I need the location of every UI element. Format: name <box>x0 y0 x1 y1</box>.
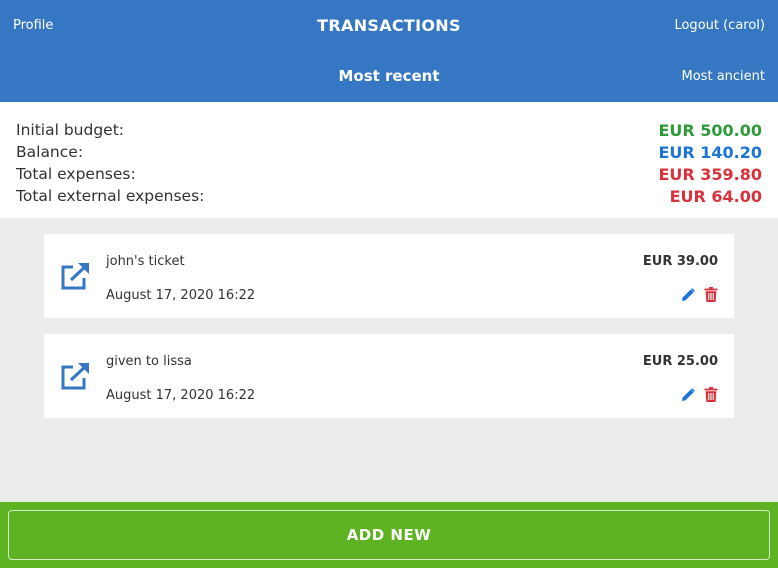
external-link-icon <box>61 363 89 390</box>
total-external-expenses-value: EUR 64.00 <box>669 186 762 206</box>
trash-icon[interactable] <box>704 387 718 402</box>
transaction-description: given to lissa <box>106 354 192 369</box>
transaction-card[interactable]: john's ticket August 17, 2020 16:22 EUR … <box>44 234 734 318</box>
footer-bar: ADD NEW <box>0 502 778 568</box>
page-title: TRANSACTIONS <box>317 16 461 35</box>
total-expenses-label: Total expenses: <box>16 165 136 183</box>
external-link-icon <box>61 263 89 290</box>
initial-budget-label: Initial budget: <box>16 121 124 139</box>
balance-label: Balance: <box>16 143 84 161</box>
summary-row-balance: Balance: EUR 140.20 <box>16 141 762 163</box>
budget-summary: Initial budget: EUR 500.00 Balance: EUR … <box>0 102 778 218</box>
logout-link[interactable]: Logout (carol) <box>674 18 765 33</box>
transaction-card[interactable]: given to lissa August 17, 2020 16:22 EUR… <box>44 334 734 418</box>
transaction-date: August 17, 2020 16:22 <box>106 388 256 403</box>
transaction-date: August 17, 2020 16:22 <box>106 288 256 303</box>
summary-row-initial-budget: Initial budget: EUR 500.00 <box>16 119 762 141</box>
summary-row-total-expenses: Total expenses: EUR 359.80 <box>16 163 762 185</box>
transaction-list: john's ticket August 17, 2020 16:22 EUR … <box>0 218 778 418</box>
app-header: Profile TRANSACTIONS Logout (carol) Most… <box>0 0 778 102</box>
summary-row-total-external-expenses: Total external expenses: EUR 64.00 <box>16 185 762 207</box>
total-external-expenses-label: Total external expenses: <box>16 187 205 205</box>
trash-icon[interactable] <box>704 287 718 302</box>
balance-value: EUR 140.20 <box>658 142 762 162</box>
add-new-button[interactable]: ADD NEW <box>8 510 770 560</box>
total-expenses-value: EUR 359.80 <box>658 164 762 184</box>
pencil-icon[interactable] <box>681 388 695 402</box>
transaction-amount: EUR 25.00 <box>642 354 718 369</box>
pencil-icon[interactable] <box>681 288 695 302</box>
initial-budget-value: EUR 500.00 <box>658 120 762 140</box>
transaction-amount: EUR 39.00 <box>642 254 718 269</box>
sort-most-ancient-tab[interactable]: Most ancient <box>682 69 765 84</box>
transaction-description: john's ticket <box>106 254 185 269</box>
sort-most-recent-tab[interactable]: Most recent <box>0 67 778 85</box>
